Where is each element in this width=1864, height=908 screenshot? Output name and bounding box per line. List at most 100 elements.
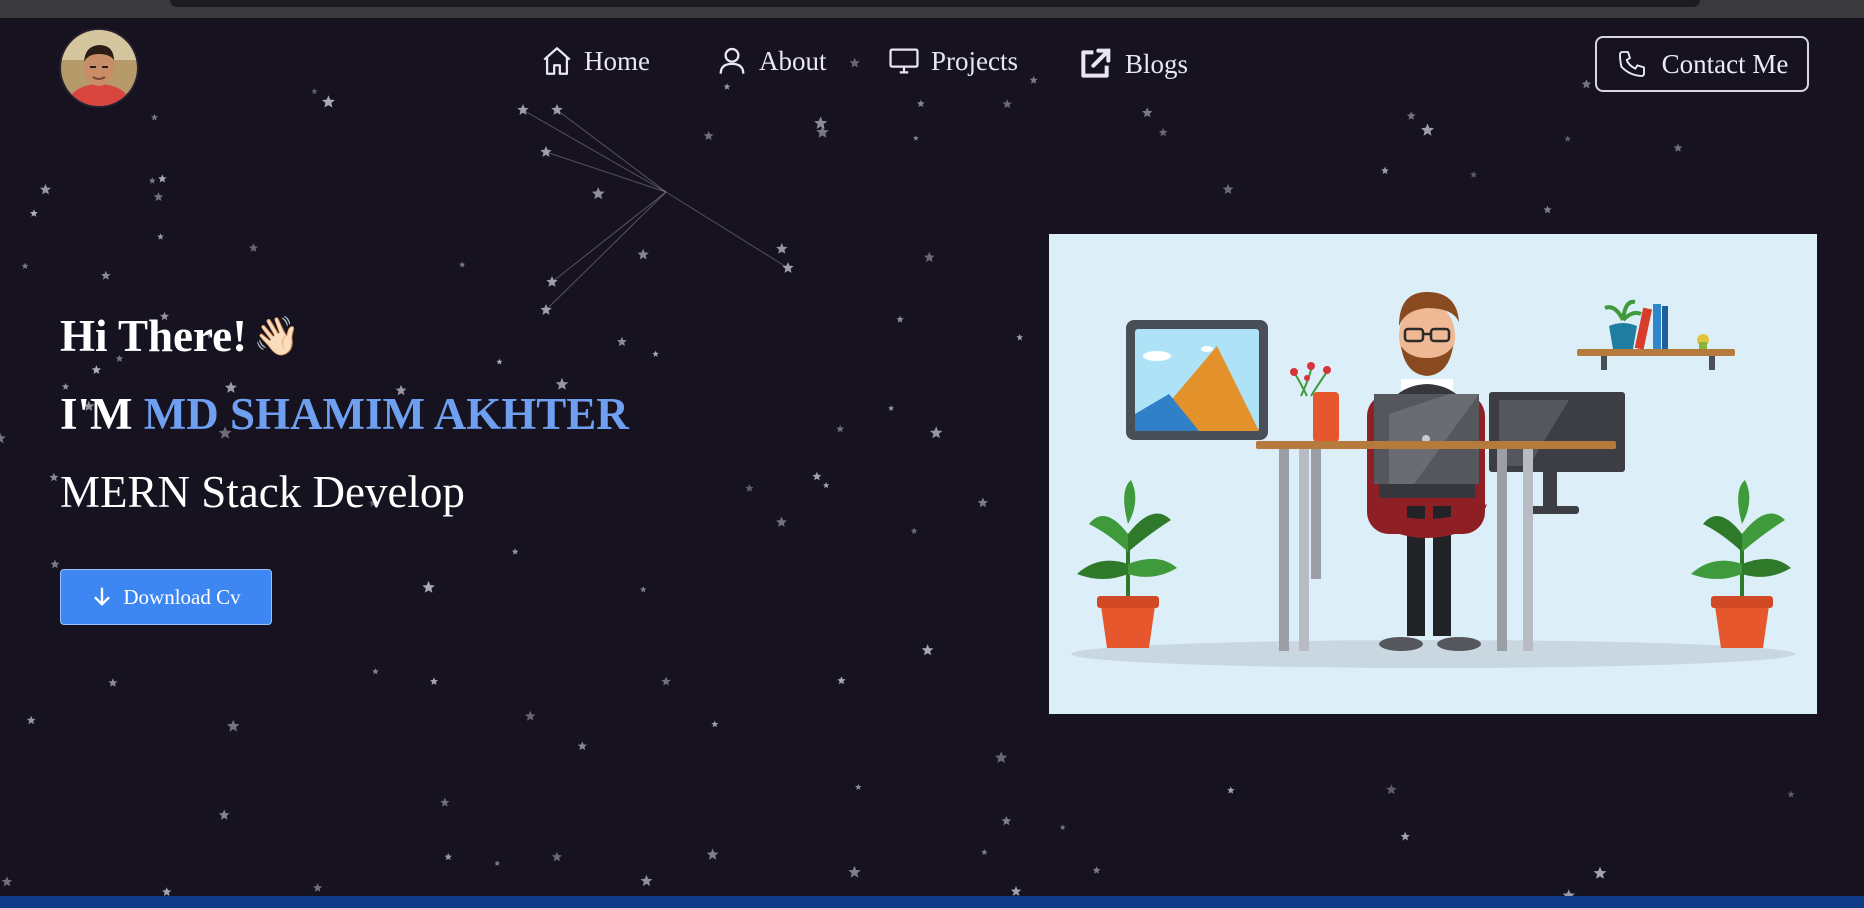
constellation-line bbox=[545, 191, 667, 311]
star-decoration bbox=[577, 741, 587, 751]
hero-greeting-text: Hi There! bbox=[60, 311, 248, 361]
star-decoration bbox=[162, 887, 172, 896]
star-decoration bbox=[855, 783, 862, 790]
star-decoration bbox=[157, 233, 164, 240]
star-decoration bbox=[723, 83, 731, 90]
star-decoration bbox=[440, 797, 450, 807]
star-decoration bbox=[551, 851, 562, 862]
nav-home-label: Home bbox=[584, 45, 650, 76]
nav-blogs-label: Blogs bbox=[1125, 48, 1189, 79]
star-decoration bbox=[540, 146, 552, 157]
star-decoration bbox=[837, 676, 846, 685]
star-decoration bbox=[1673, 143, 1683, 152]
constellation-line bbox=[551, 191, 667, 283]
star-decoration bbox=[1016, 333, 1024, 341]
star-decoration bbox=[812, 471, 822, 481]
star-decoration bbox=[888, 405, 894, 411]
star-decoration bbox=[1, 876, 13, 887]
star-decoration bbox=[1001, 816, 1012, 826]
avatar[interactable] bbox=[59, 28, 139, 108]
star-decoration bbox=[706, 848, 719, 860]
star-decoration bbox=[1564, 135, 1571, 142]
star-decoration bbox=[372, 668, 379, 675]
star-decoration bbox=[546, 276, 558, 287]
star-decoration bbox=[444, 853, 452, 861]
star-decoration bbox=[921, 644, 934, 656]
hero-role: MERN Stack Develop bbox=[60, 467, 465, 517]
phone-icon bbox=[1618, 51, 1645, 77]
star-decoration bbox=[311, 88, 318, 95]
star-decoration bbox=[21, 262, 29, 269]
star-decoration bbox=[1581, 79, 1592, 89]
star-decoration bbox=[1470, 171, 1478, 178]
star-decoration bbox=[26, 715, 36, 725]
star-decoration bbox=[39, 183, 51, 195]
wall-picture bbox=[1126, 320, 1268, 440]
star-decoration bbox=[1227, 786, 1235, 794]
star-decoration bbox=[1142, 107, 1153, 118]
star-decoration bbox=[591, 187, 605, 200]
star-decoration bbox=[1406, 111, 1416, 120]
star-decoration bbox=[923, 251, 935, 263]
nav-about[interactable]: About bbox=[715, 44, 827, 78]
download-cv-button[interactable]: Download Cv bbox=[60, 569, 272, 625]
star-decoration bbox=[430, 677, 438, 685]
star-decoration bbox=[637, 248, 649, 260]
star-decoration bbox=[1421, 123, 1434, 136]
star-decoration bbox=[1386, 784, 1397, 795]
download-cv-label: Download Cv bbox=[123, 584, 241, 609]
star-decoration bbox=[896, 315, 904, 323]
star-decoration bbox=[1059, 824, 1066, 830]
star-decoration bbox=[1092, 866, 1101, 874]
star-decoration bbox=[776, 242, 788, 254]
star-decoration bbox=[108, 678, 118, 687]
star-decoration bbox=[661, 676, 671, 686]
hero-greeting: Hi There! 👋🏻 bbox=[60, 310, 300, 362]
star-decoration bbox=[1787, 790, 1795, 798]
star-decoration bbox=[29, 209, 38, 217]
nav-about-label: About bbox=[759, 45, 827, 76]
star-decoration bbox=[1381, 166, 1389, 174]
star-decoration bbox=[101, 270, 111, 280]
star-decoration bbox=[524, 710, 536, 721]
star-decoration bbox=[494, 860, 500, 866]
star-decoration bbox=[616, 336, 627, 347]
star-decoration bbox=[981, 848, 988, 855]
star-decoration bbox=[929, 426, 943, 439]
star-decoration bbox=[652, 350, 659, 357]
monitor-icon bbox=[889, 48, 919, 74]
star-decoration bbox=[1029, 75, 1038, 84]
star-decoration bbox=[814, 116, 828, 129]
star-decoration bbox=[745, 484, 754, 492]
nav-projects[interactable]: Projects bbox=[887, 44, 1018, 78]
constellation-line bbox=[665, 191, 789, 269]
os-taskbar-edge bbox=[0, 896, 1864, 908]
nav-blogs[interactable]: Blogs bbox=[1075, 44, 1188, 84]
nav-home[interactable]: Home bbox=[540, 44, 650, 78]
star-decoration bbox=[640, 874, 653, 887]
hero-intro: I'M MD SHAMIM AKHTER bbox=[60, 388, 629, 440]
star-decoration bbox=[0, 432, 6, 444]
avatar-image bbox=[61, 30, 137, 106]
star-decoration bbox=[849, 57, 860, 68]
star-decoration bbox=[913, 135, 919, 141]
star-decoration bbox=[517, 104, 529, 115]
contact-me-label: Contact Me bbox=[1661, 48, 1789, 79]
star-decoration bbox=[1158, 127, 1168, 137]
star-decoration bbox=[496, 358, 503, 365]
star-decoration bbox=[422, 580, 435, 593]
star-decoration bbox=[1010, 886, 1022, 896]
star-decoration bbox=[910, 527, 918, 534]
contact-me-button[interactable]: Contact Me bbox=[1595, 36, 1809, 92]
star-decoration bbox=[150, 113, 158, 121]
star-decoration bbox=[1400, 831, 1410, 841]
user-icon bbox=[719, 47, 745, 74]
arrow-down-icon bbox=[94, 587, 110, 606]
star-decoration bbox=[226, 719, 240, 732]
star-decoration bbox=[459, 261, 466, 268]
star-decoration bbox=[511, 548, 519, 555]
star-decoration bbox=[313, 883, 323, 892]
star-decoration bbox=[836, 425, 844, 433]
star-decoration bbox=[218, 809, 230, 820]
star-decoration bbox=[995, 751, 1008, 763]
